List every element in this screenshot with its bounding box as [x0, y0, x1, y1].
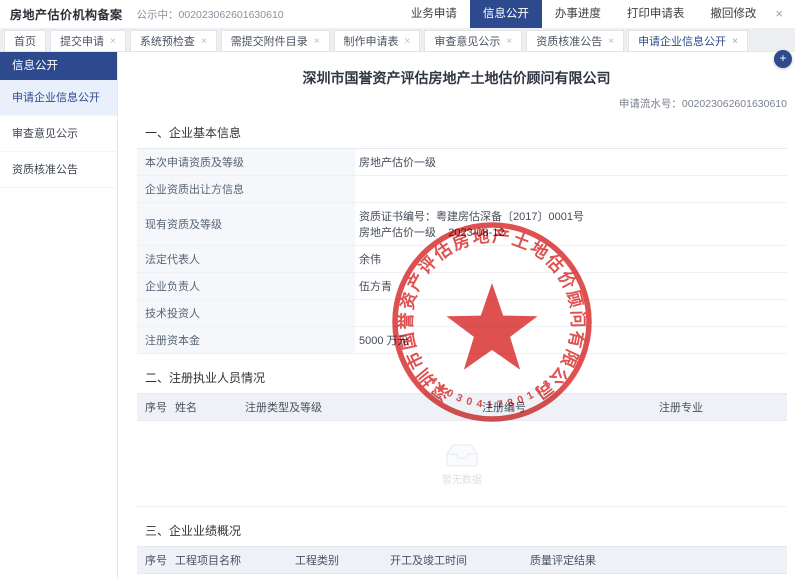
column-header: 注册编号	[482, 394, 659, 420]
info-row: 企业资质出让方信息	[137, 176, 787, 203]
staff-table-header: 序号 姓名 注册类型及等级 注册编号 注册专业	[137, 394, 787, 421]
tab-label: 需提交附件目录	[231, 33, 308, 49]
section-registered-staff-title: 二、注册执业人员情况	[137, 362, 787, 394]
info-row: 技术投资人	[137, 300, 787, 327]
empty-state: 暂无数据	[442, 442, 482, 486]
info-value: 伍方青	[355, 273, 787, 299]
tab-label: 首页	[14, 33, 36, 49]
menu-item-print-form[interactable]: 打印申请表	[614, 0, 698, 28]
info-row: 注册资本金 5000 万元	[137, 327, 787, 354]
info-value	[355, 176, 787, 202]
app-window: 房地产估价机构备案 公示中：002023062601630610 业务申请 信息…	[0, 0, 795, 578]
menu-item-withdraw[interactable]: 撤回修改	[697, 0, 769, 28]
section-performance: 三、企业业绩概况 序号 工程项目名称 工程类别 开工及竣工时间 质量评定结果	[137, 515, 787, 578]
section-performance-title: 三、企业业绩概况	[137, 515, 787, 547]
status-number: 002023062601630610	[179, 9, 284, 21]
menu-item-business-apply[interactable]: 业务申请	[398, 0, 470, 28]
sidebar-item-qualification-announcement[interactable]: 资质核准公告	[0, 152, 117, 188]
tab-label: 提交申请	[60, 33, 104, 49]
column-header: 注册类型及等级	[245, 394, 482, 420]
publicity-status: 公示中：002023062601630610	[137, 7, 284, 22]
column-header: 开工及竣工时间	[390, 547, 530, 573]
tab-close-icon[interactable]: ×	[110, 36, 116, 47]
tab-submit-application[interactable]: 提交申请 ×	[50, 30, 126, 51]
top-menu: 业务申请 信息公开 办事进度 打印申请表 撤回修改 ×	[398, 0, 795, 28]
menu-item-info-disclosure[interactable]: 信息公开	[470, 0, 542, 28]
sidebar-header: 信息公开	[0, 52, 117, 80]
tab-close-icon[interactable]: ×	[506, 36, 512, 47]
assistant-button[interactable]: +	[774, 50, 792, 68]
serial-number: 002023062601630610	[682, 98, 787, 110]
column-header: 注册专业	[659, 394, 787, 420]
serial-label: 申请流水号：	[619, 98, 682, 110]
info-label: 注册资本金	[137, 327, 355, 353]
info-label: 企业负责人	[137, 273, 355, 299]
tab-bar: 首页 提交申请× 系统预检查× 需提交附件目录× 制作申请表× 审查意见公示× …	[0, 28, 795, 52]
application-serial: 申请流水号：002023062601630610	[118, 96, 787, 111]
info-value: 余伟	[355, 246, 787, 272]
section-registered-staff: 二、注册执业人员情况 序号 姓名 注册类型及等级 注册编号 注册专业	[137, 362, 787, 507]
menu-item-progress[interactable]: 办事进度	[542, 0, 614, 28]
body-wrap: 信息公开 申请企业信息公开 审查意见公示 资质核准公告 深圳市国誉资产评估房地产…	[0, 52, 795, 578]
info-row: 法定代表人 余伟	[137, 246, 787, 273]
tab-label: 制作申请表	[344, 33, 399, 49]
certificate-number: 资质证书编号：粤建房估深备〔2017〕0001号	[359, 208, 781, 224]
page-title: 深圳市国誉资产评估房地产土地估价顾问有限公司	[118, 68, 795, 88]
column-header: 质量评定结果	[530, 547, 787, 573]
tab-qualification-announcement[interactable]: 资质核准公告 ×	[526, 30, 624, 51]
status-label: 公示中：	[137, 9, 179, 21]
info-label: 法定代表人	[137, 246, 355, 272]
info-label: 技术投资人	[137, 300, 355, 326]
sections: 一、企业基本信息 本次申请资质及等级 房地产估价一级 企业资质出让方信息 现有资…	[137, 117, 787, 578]
tab-make-application-form[interactable]: 制作申请表 ×	[334, 30, 421, 51]
info-value: 资质证书编号：粤建房估深备〔2017〕0001号房地产估价一级 2023-08-…	[355, 203, 787, 245]
performance-table-header: 序号 工程项目名称 工程类别 开工及竣工时间 质量评定结果	[137, 547, 787, 574]
empty-inbox-icon	[445, 442, 479, 468]
performance-table-body: 暂无数据	[137, 574, 787, 578]
top-bar-left: 房地产估价机构备案 公示中：002023062601630610	[10, 6, 284, 23]
empty-text: 暂无数据	[442, 471, 482, 486]
tab-enterprise-info-disclosure[interactable]: 申请企业信息公开 ×	[628, 30, 748, 51]
tab-close-icon[interactable]: ×	[732, 36, 738, 47]
info-value	[355, 300, 787, 326]
info-row: 企业负责人 伍方青	[137, 273, 787, 300]
tab-label: 资质核准公告	[536, 33, 602, 49]
info-label: 本次申请资质及等级	[137, 149, 355, 175]
tab-review-opinion[interactable]: 审查意见公示 ×	[424, 30, 522, 51]
tab-home[interactable]: 首页	[4, 30, 46, 51]
info-row: 本次申请资质及等级 房地产估价一级	[137, 149, 787, 176]
staff-table-body: 暂无数据	[137, 421, 787, 507]
tab-close-icon[interactable]: ×	[201, 36, 207, 47]
sidebar: 信息公开 申请企业信息公开 审查意见公示 资质核准公告	[0, 52, 118, 578]
tab-label: 系统预检查	[140, 33, 195, 49]
column-header: 序号	[145, 547, 175, 573]
sidebar-item-review-opinion[interactable]: 审查意见公示	[0, 116, 117, 152]
tab-attachment-directory[interactable]: 需提交附件目录 ×	[221, 30, 330, 51]
tab-close-icon[interactable]: ×	[608, 36, 614, 47]
tab-label: 申请企业信息公开	[638, 33, 726, 49]
info-value: 房地产估价一级	[355, 149, 787, 175]
qualification-date: 房地产估价一级 2023-08-12	[359, 224, 781, 240]
app-title: 房地产估价机构备案	[10, 6, 123, 23]
info-value: 5000 万元	[355, 327, 787, 353]
tab-system-precheck[interactable]: 系统预检查 ×	[130, 30, 217, 51]
tab-label: 审查意见公示	[434, 33, 500, 49]
top-bar: 房地产估价机构备案 公示中：002023062601630610 业务申请 信息…	[0, 0, 795, 28]
tab-close-icon[interactable]: ×	[405, 36, 411, 47]
plus-icon: +	[779, 51, 786, 65]
tab-close-icon[interactable]: ×	[314, 36, 320, 47]
info-label: 现有资质及等级	[137, 203, 355, 245]
info-row: 现有资质及等级 资质证书编号：粤建房估深备〔2017〕0001号房地产估价一级 …	[137, 203, 787, 246]
section-basic-info: 一、企业基本信息 本次申请资质及等级 房地产估价一级 企业资质出让方信息 现有资…	[137, 117, 787, 354]
section-basic-info-title: 一、企业基本信息	[137, 117, 787, 149]
column-header: 序号	[145, 394, 175, 420]
sidebar-item-enterprise-info[interactable]: 申请企业信息公开	[0, 80, 117, 116]
column-header: 姓名	[175, 394, 245, 420]
close-icon[interactable]: ×	[769, 0, 795, 28]
column-header: 工程项目名称	[175, 547, 295, 573]
column-header: 工程类别	[295, 547, 390, 573]
info-label: 企业资质出让方信息	[137, 176, 355, 202]
main-content: 深圳市国誉资产评估房地产土地估价顾问有限公司 申请流水号：00202306260…	[118, 52, 795, 578]
